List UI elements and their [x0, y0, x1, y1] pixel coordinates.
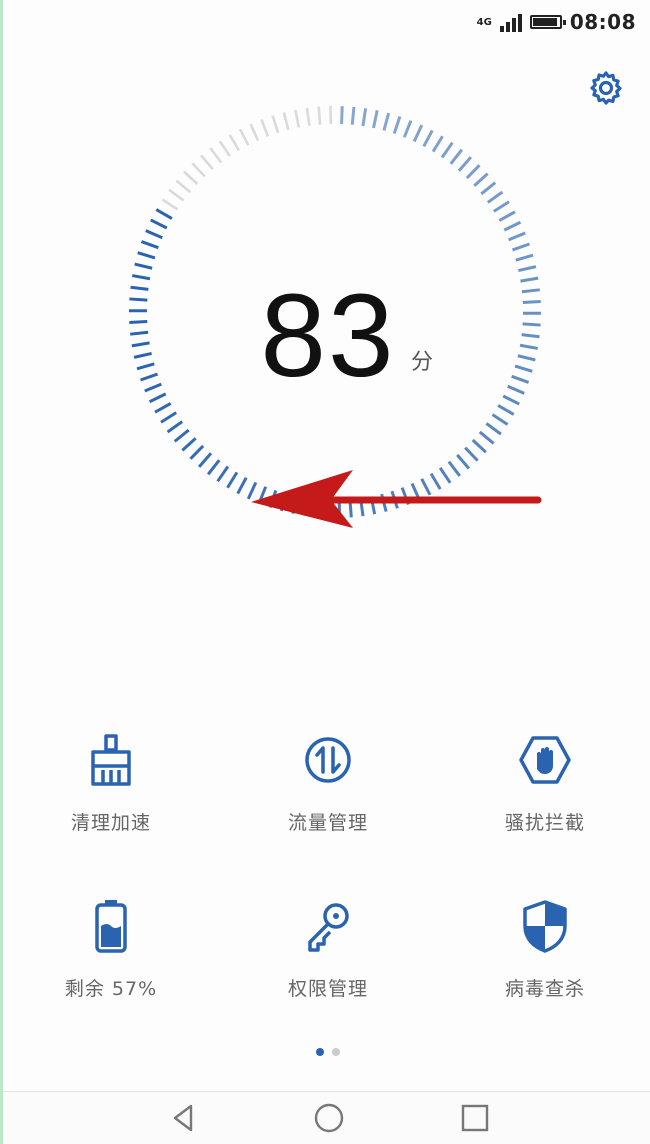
gauge-tick-active [150, 218, 168, 230]
gauge-tick-active [412, 124, 424, 143]
tile-label: 权限管理 [287, 978, 368, 1000]
gauge-tick-active [486, 190, 504, 204]
gauge-tick [200, 154, 214, 170]
gauge-tick-active [473, 172, 489, 187]
gauge-tick-active [140, 240, 159, 250]
gauge-tick [183, 170, 199, 185]
gauge-tick-active [440, 141, 454, 159]
tile-harassment-block[interactable]: 骚扰拦截 [437, 730, 650, 835]
gauge-tick-active [166, 420, 184, 434]
home-icon[interactable] [313, 1102, 345, 1134]
hand-block-icon [519, 736, 571, 784]
gauge-tick [238, 128, 250, 146]
gauge-tick-active [160, 411, 178, 424]
gauge-tick-active [498, 210, 516, 222]
gauge-tick-active [449, 148, 464, 165]
gauge-tick-active [497, 404, 515, 416]
gauge-tick [168, 188, 185, 202]
clock: 08:08 [569, 10, 636, 34]
navigation-bar [3, 1091, 650, 1144]
gauge-tick-active [189, 444, 205, 460]
gauge-tick-active [515, 253, 534, 262]
red-arrow-annotation [251, 470, 542, 528]
gauge-tick-active [392, 116, 402, 135]
broom-icon [91, 734, 131, 786]
gauge-tick [228, 134, 241, 152]
shield-icon [523, 900, 567, 953]
gauge-tick [260, 119, 270, 137]
gauge-tick-active [431, 135, 444, 153]
gauge-tick [282, 112, 290, 131]
gauge-tick-active [197, 452, 213, 468]
score-value: 83 [260, 270, 396, 402]
gauge-tick-active [206, 459, 221, 476]
gauge-tick-active [361, 108, 368, 127]
signal-icon [499, 12, 522, 32]
page-dot [332, 1048, 340, 1056]
key-icon [308, 903, 349, 952]
tile-label: 流量管理 [287, 812, 368, 834]
tile-data-traffic[interactable]: 流量管理 [220, 730, 436, 835]
page-dot-active [316, 1048, 324, 1056]
battery-status-icon [529, 15, 566, 29]
gauge-tick-active [216, 465, 230, 483]
back-icon[interactable] [169, 1102, 201, 1134]
gauge-tick-active [511, 242, 530, 252]
recents-icon[interactable] [459, 1102, 491, 1134]
gauge-tick-active [350, 106, 356, 125]
tile-virus-scan[interactable]: 病毒查杀 [437, 896, 650, 1001]
settings-button[interactable] [586, 68, 626, 108]
gauge-tick-active [465, 164, 481, 180]
page-indicator [3, 1048, 650, 1056]
gauge-tick-active [503, 220, 522, 232]
tile-clean-speedup[interactable]: 清理加速 [3, 730, 219, 835]
gauge-tick [218, 140, 231, 157]
gauge-tick [271, 115, 280, 134]
gauge-tick-active [478, 430, 495, 445]
gauge-tick-active [145, 229, 163, 240]
status-bar: 4G 08:08 [3, 0, 650, 48]
gauge-tick [191, 162, 206, 178]
gauge-tick-active [491, 413, 509, 426]
data-traffic-icon [305, 737, 351, 783]
battery-icon [95, 900, 127, 953]
gauge-tick [161, 198, 179, 211]
gauge-tick-active [485, 422, 502, 436]
gauge-tick [317, 106, 322, 125]
gauge-tick-active [480, 181, 497, 196]
gauge-tick-active [508, 231, 526, 242]
gauge-tick-active [422, 129, 434, 147]
gauge-tick [305, 107, 311, 126]
gauge-tick [294, 109, 301, 128]
gauge-tick-active [464, 446, 479, 462]
tile-label: 骚扰拦截 [504, 812, 585, 834]
gauge-tick-active [471, 438, 487, 454]
gauge-tick-active [457, 156, 473, 172]
tile-battery[interactable]: 剩余 57% [3, 896, 219, 1001]
gauge-tick [209, 147, 223, 164]
status-icons: 4G 08:08 [477, 10, 636, 34]
gauge-tick-active [492, 200, 510, 213]
gauge-tick-active [173, 428, 190, 443]
gauge-tick-active [181, 437, 197, 452]
gauge-tick [175, 179, 192, 194]
gauge-tick-active [402, 119, 413, 138]
tile-label: 剩余 57% [64, 978, 158, 1000]
network-type: 4G [476, 16, 492, 28]
gauge-tick-active [372, 110, 379, 129]
gauge-tick-active [137, 251, 156, 260]
gauge-tick [249, 123, 260, 142]
gauge-tick-active [154, 402, 172, 414]
tile-permission[interactable]: 权限管理 [220, 896, 436, 1001]
tile-label: 清理加速 [70, 812, 151, 834]
score-display: 83 [3, 268, 650, 404]
gauge-tick-active [340, 106, 344, 125]
gauge-tick-active [155, 208, 173, 220]
tile-label: 病毒查杀 [504, 978, 585, 1000]
gauge-tick-active [382, 112, 391, 131]
gear-icon [590, 71, 622, 105]
score-unit: 分 [411, 350, 434, 375]
